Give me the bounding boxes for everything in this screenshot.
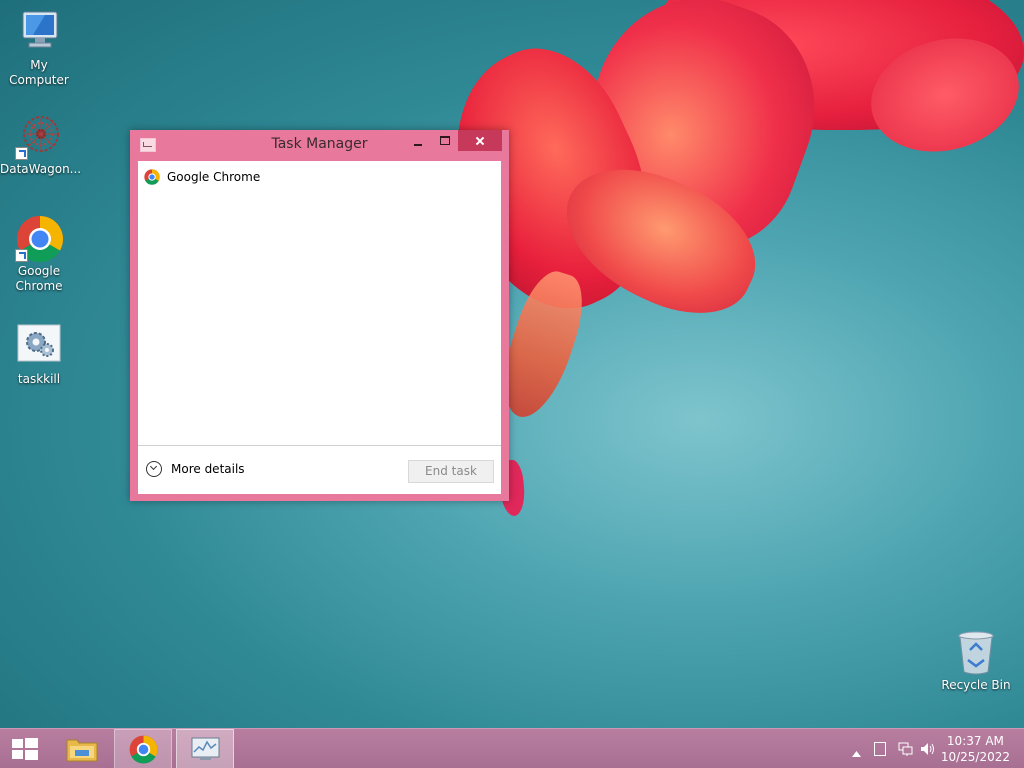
task-manager-footer: More details End task: [138, 445, 501, 494]
taskkill-icon: [15, 322, 63, 370]
computer-icon: [15, 8, 63, 56]
taskbar-task-manager-button[interactable]: [176, 729, 234, 768]
maximize-button[interactable]: [431, 130, 458, 151]
chrome-icon: [129, 735, 158, 764]
task-manager-icon: [191, 737, 220, 760]
folder-icon: [66, 739, 98, 762]
desktop-icon-label: DataWagon...: [0, 162, 82, 176]
desktop-icon-label: Google Chrome: [15, 264, 63, 293]
process-row-google-chrome[interactable]: Google Chrome: [144, 167, 260, 187]
action-center-icon[interactable]: [874, 741, 886, 760]
minimize-button[interactable]: [404, 130, 431, 151]
desktop-icon-taskkill[interactable]: taskkill: [0, 322, 78, 387]
shortcut-arrow-icon: [15, 147, 28, 160]
chevron-down-icon: [146, 461, 162, 477]
taskbar: 10:37 AM 10/25/2022: [0, 728, 1024, 768]
windows-logo-icon: [12, 738, 38, 760]
end-task-button[interactable]: End task: [408, 460, 494, 483]
datawagon-icon: [15, 112, 63, 160]
clock-date: 10/25/2022: [940, 750, 1010, 764]
show-hidden-icons-button[interactable]: [852, 743, 861, 762]
system-tray: 10:37 AM 10/25/2022: [834, 729, 1024, 768]
task-manager-window: Task Manager Google Chrome More details …: [130, 130, 509, 501]
process-list: Google Chrome: [138, 161, 501, 445]
taskbar-chrome-button[interactable]: [114, 729, 172, 768]
clock-time: 10:37 AM: [946, 734, 1004, 748]
volume-icon[interactable]: [920, 741, 936, 760]
more-details-button[interactable]: More details: [146, 461, 245, 477]
desktop: My Computer DataWagon... Google Chrome t…: [0, 0, 1024, 768]
desktop-icon-recycle-bin[interactable]: Recycle Bin: [936, 630, 1016, 692]
title-bar[interactable]: Task Manager: [130, 130, 509, 160]
recycle-bin-label: Recycle Bin: [941, 678, 1011, 692]
clock[interactable]: 10:37 AM 10/25/2022: [941, 733, 1010, 765]
desktop-icon-my-computer[interactable]: My Computer: [0, 8, 78, 88]
task-manager-client: Google Chrome More details End task: [138, 161, 501, 494]
close-button[interactable]: [458, 130, 502, 151]
desktop-icon-google-chrome[interactable]: Google Chrome: [0, 214, 78, 294]
taskbar-file-explorer-button[interactable]: [56, 729, 108, 768]
desktop-icon-label: taskkill: [17, 372, 61, 386]
start-button[interactable]: [0, 729, 50, 768]
shortcut-arrow-icon: [15, 249, 28, 262]
chrome-icon: [144, 169, 160, 185]
chrome-icon: [15, 214, 64, 263]
process-name: Google Chrome: [167, 170, 261, 184]
desktop-icon-datawagon[interactable]: DataWagon...: [0, 112, 82, 177]
desktop-icon-label: My Computer: [9, 58, 69, 87]
more-details-label: More details: [171, 462, 245, 476]
recycle-bin-icon: [956, 630, 996, 676]
network-icon[interactable]: [898, 741, 914, 760]
